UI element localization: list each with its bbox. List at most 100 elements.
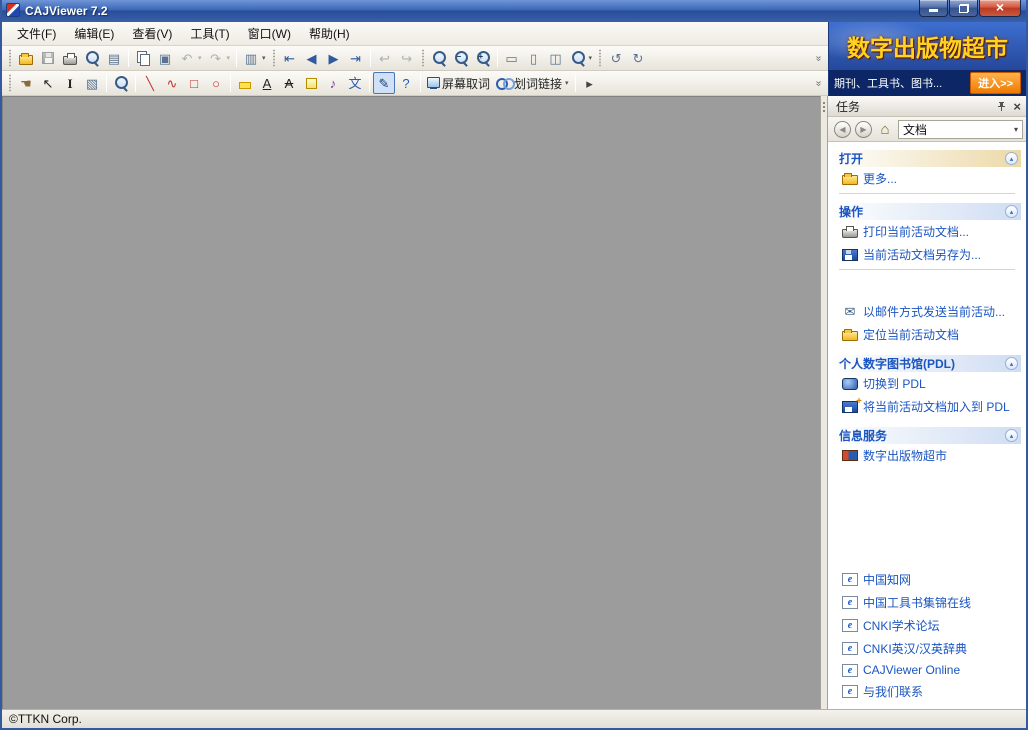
close-button[interactable]	[979, 0, 1021, 17]
task-item-label: 数字出版物超市	[863, 447, 947, 464]
pane-splitter[interactable]	[820, 96, 828, 709]
zoom-select-button[interactable]	[428, 47, 450, 69]
promo-banner[interactable]: 数字出版物超市 期刊、工具书、图书... 进入>>	[828, 22, 1026, 96]
note-tool-button[interactable]	[300, 72, 322, 94]
section-collapse-icon[interactable]: ▴	[1005, 205, 1018, 218]
nav-forward-button[interactable]: ▶	[855, 121, 872, 138]
word-link-button[interactable]: 划词链接▾	[493, 72, 572, 94]
autohide-pin-icon[interactable]	[996, 101, 1007, 112]
task-item[interactable]: 当前活动文档另存为...	[833, 243, 1021, 266]
task-item[interactable]: 数字出版物超市	[833, 444, 1021, 467]
curve-tool-button[interactable]: ∿	[161, 72, 183, 94]
restore-button[interactable]	[949, 0, 978, 17]
web-link[interactable]: 中国知网	[833, 568, 1021, 591]
section-collapse-icon[interactable]: ▴	[1005, 357, 1018, 370]
go-forward-button[interactable]: ↪	[396, 47, 418, 69]
section-header-info[interactable]: 信息服务▴	[833, 427, 1021, 444]
web-link[interactable]: CNKI英汉/汉英辞典	[833, 637, 1021, 660]
task-item[interactable]: 更多...	[833, 167, 1021, 190]
menu-file[interactable]: 文件(F)	[8, 22, 65, 45]
task-item[interactable]: 打印当前活动文档...	[833, 220, 1021, 243]
task-item[interactable]: 将当前活动文档加入到 PDL	[833, 395, 1021, 418]
rotate-right-button[interactable]: ↻	[627, 47, 649, 69]
title-bar[interactable]: CAJViewer 7.2	[2, 0, 1026, 22]
more-tools-button[interactable]: ▸	[579, 72, 601, 94]
actual-size-button[interactable]: ▭	[501, 47, 523, 69]
snapshot-icon: ▣	[157, 50, 173, 66]
text-select-tool-button[interactable]: I	[59, 72, 81, 94]
menu-tools[interactable]: 工具(T)	[181, 22, 238, 45]
line-tool-button[interactable]: ╲	[139, 72, 161, 94]
go-back-button[interactable]: ↩	[374, 47, 396, 69]
minimize-button[interactable]	[919, 0, 948, 17]
highlight-tool-button[interactable]	[234, 72, 256, 94]
toolbar-grip[interactable]	[272, 49, 276, 67]
print-preview-button[interactable]	[81, 47, 103, 69]
banner-enter-button[interactable]: 进入>>	[970, 72, 1021, 94]
pane-selector-dropdown[interactable]: 文档 ▾	[898, 120, 1023, 139]
section-header-actions[interactable]: 操作▴	[833, 203, 1021, 220]
image-select-tool-button[interactable]: ▧	[81, 72, 103, 94]
zoom-in-button[interactable]: +	[472, 47, 494, 69]
rect-tool-button[interactable]: □	[183, 72, 205, 94]
toolbar-grip[interactable]	[421, 49, 425, 67]
snapshot-button[interactable]: ▣	[154, 47, 176, 69]
word-link-icon	[496, 78, 512, 88]
select-tool-button[interactable]: ↖	[37, 72, 59, 94]
dynamic-zoom-tool-button[interactable]	[110, 72, 132, 94]
undo-button[interactable]: ↶▾	[176, 47, 205, 69]
text-recognize-tool-button[interactable]: 文	[344, 72, 366, 94]
toolbar-overflow-button[interactable]: »	[813, 52, 824, 65]
nav-home-button[interactable]	[876, 121, 894, 137]
toolbar-grip[interactable]	[8, 74, 12, 92]
menu-edit[interactable]: 编辑(E)	[65, 22, 123, 45]
document-area[interactable]	[2, 96, 820, 709]
read-aloud-tool-button[interactable]: ♪	[322, 72, 344, 94]
first-page-button[interactable]: ⇤	[279, 47, 301, 69]
toolbar-grip[interactable]	[8, 49, 12, 67]
next-page-button[interactable]: ▶	[323, 47, 345, 69]
copy-button[interactable]	[132, 47, 154, 69]
web-link[interactable]: CNKI学术论坛	[833, 614, 1021, 637]
section-collapse-icon[interactable]: ▴	[1005, 429, 1018, 442]
rotate-left-button[interactable]: ↺	[605, 47, 627, 69]
menu-window[interactable]: 窗口(W)	[239, 22, 300, 45]
toolbar-tools: ☚↖I▧ ╲∿□○ AA ♪文 ✎? 屏幕取词划词链接▾ ▸ »	[2, 71, 828, 96]
task-item[interactable]: 切换到 PDL	[833, 372, 1021, 395]
screen-word-capture-button[interactable]: 屏幕取词	[424, 72, 493, 94]
main-area: 任务 × ◀ ▶ 文档 ▾ 打开▴更多...操作▴打印当前活动文档...当前活动…	[2, 96, 1026, 709]
hand-tool-button[interactable]: ☚	[15, 72, 37, 94]
market-icon	[842, 450, 858, 461]
task-item[interactable]: 以邮件方式发送当前活动...	[833, 300, 1021, 323]
zoom-level-button[interactable]: ▾	[567, 47, 596, 69]
menu-view[interactable]: 查看(V)	[123, 22, 181, 45]
prev-page-button[interactable]: ◀	[301, 47, 323, 69]
nav-back-button[interactable]: ◀	[834, 121, 851, 138]
web-link[interactable]: 中国工具书集锦在线	[833, 591, 1021, 614]
page-setup-button[interactable]: ▤	[103, 47, 125, 69]
annotation-toolbar-toggle-button[interactable]: ✎	[373, 72, 395, 94]
web-link[interactable]: 与我们联系	[833, 680, 1021, 703]
page-layout-button[interactable]: ▥▾	[240, 47, 269, 69]
task-item[interactable]: 定位当前活动文档	[833, 323, 1021, 346]
strikeout-tool-button[interactable]: A	[278, 72, 300, 94]
fit-width-button[interactable]: ▯	[523, 47, 545, 69]
section-collapse-icon[interactable]: ▴	[1005, 152, 1018, 165]
underline-tool-button[interactable]: A	[256, 72, 278, 94]
ellipse-tool-button[interactable]: ○	[205, 72, 227, 94]
zoom-out-button[interactable]: −	[450, 47, 472, 69]
print-button[interactable]	[59, 47, 81, 69]
knowledge-query-tool-button[interactable]: ?	[395, 72, 417, 94]
toolbar-grip[interactable]	[598, 49, 602, 67]
web-link[interactable]: CAJViewer Online	[833, 660, 1021, 680]
open-button[interactable]	[15, 47, 37, 69]
redo-button[interactable]: ↷▾	[205, 47, 234, 69]
last-page-button[interactable]: ⇥	[345, 47, 367, 69]
save-button[interactable]	[37, 47, 59, 69]
menu-help[interactable]: 帮助(H)	[300, 22, 359, 45]
section-header-pdl[interactable]: 个人数字图书馆(PDL)▴	[833, 355, 1021, 372]
task-pane-close-icon[interactable]: ×	[1013, 100, 1021, 113]
fit-page-button[interactable]: ◫	[545, 47, 567, 69]
toolbar-overflow-button[interactable]: »	[813, 77, 824, 90]
section-header-open[interactable]: 打开▴	[833, 150, 1021, 167]
